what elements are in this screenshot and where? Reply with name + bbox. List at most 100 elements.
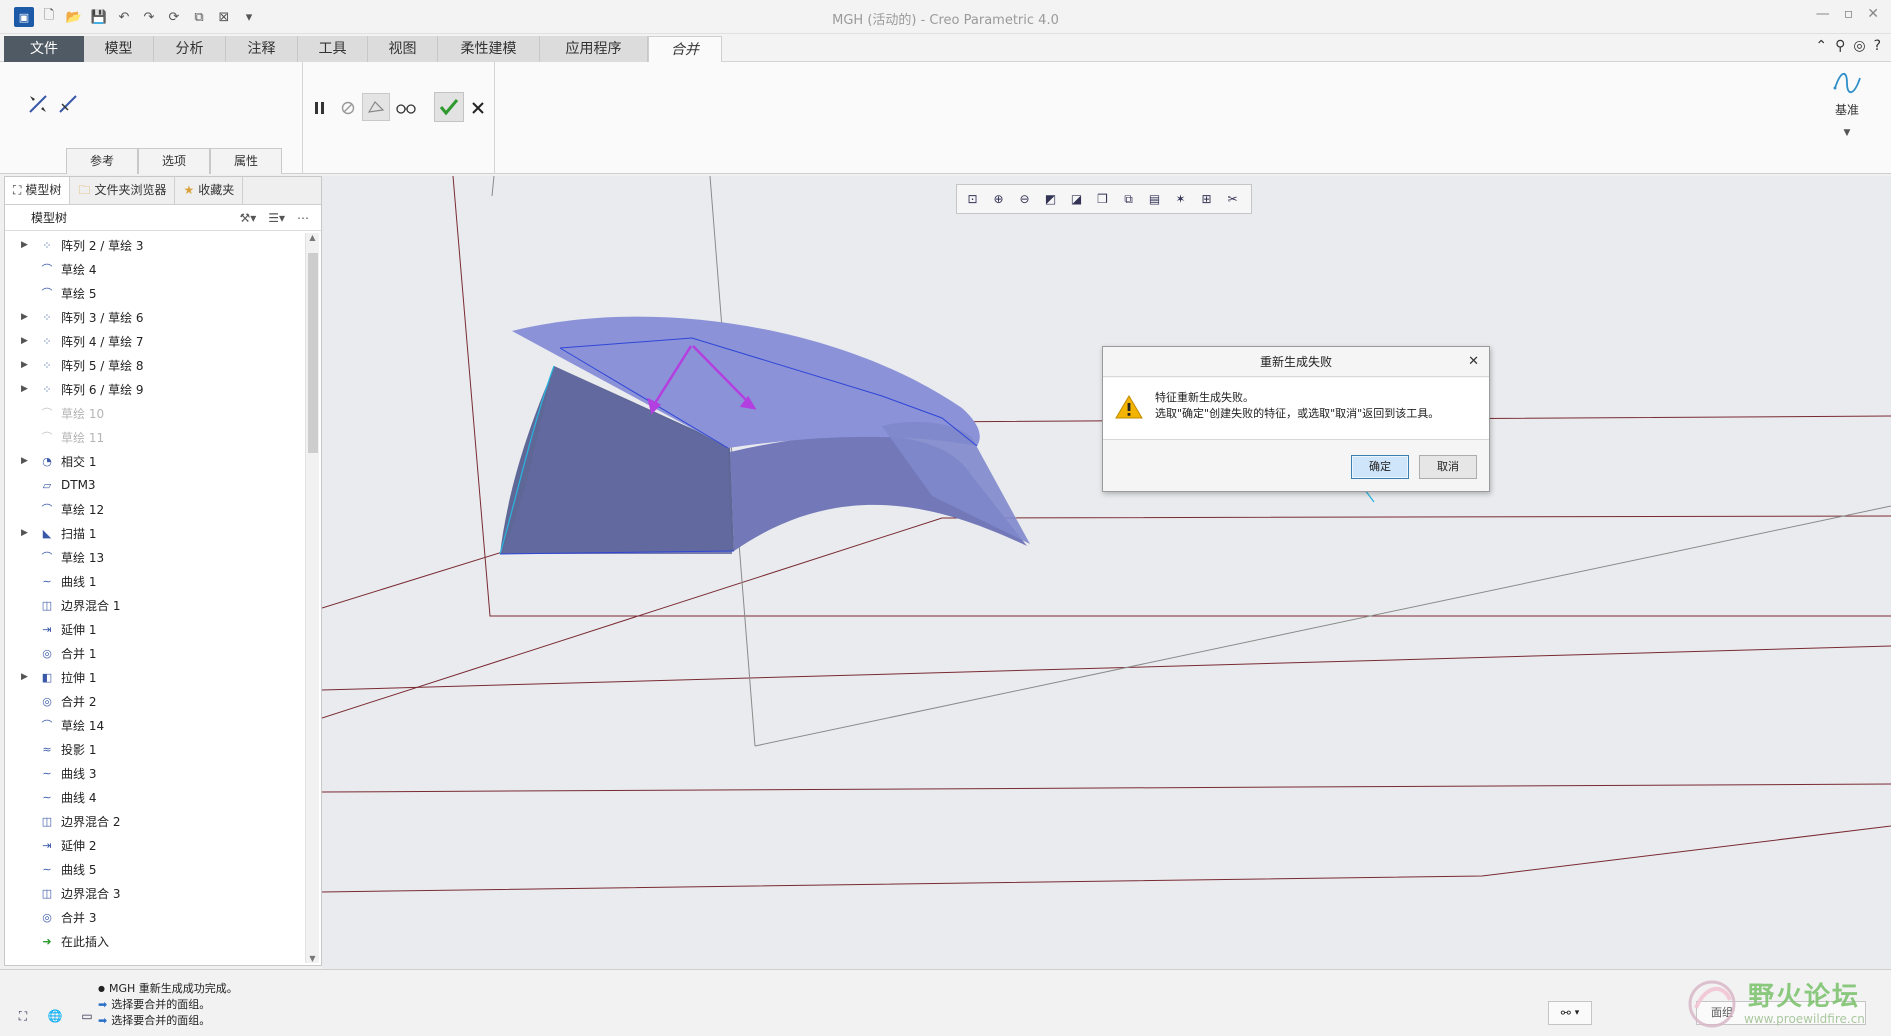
model-geometry[interactable] xyxy=(322,176,1891,969)
geometry-preview-icon[interactable] xyxy=(362,93,390,121)
scroll-down-icon[interactable]: ▼ xyxy=(306,954,319,963)
tree-item[interactable]: ∼ 曲线 4 xyxy=(5,785,297,809)
expand-arrow-icon[interactable]: ▶ xyxy=(21,384,35,394)
tree-item[interactable]: ⇥ 延伸 1 xyxy=(5,617,297,641)
tree-filter-icon[interactable]: ☰▾ xyxy=(268,205,285,231)
tree-item[interactable]: ⌒ 草绘 4 xyxy=(5,257,297,281)
expand-arrow-icon[interactable]: ▶ xyxy=(21,456,35,466)
tree-item[interactable]: ▶ ◔ 相交 1 xyxy=(5,449,297,473)
expand-arrow-icon[interactable]: ▶ xyxy=(21,312,35,322)
repaint-icon[interactable]: ◩ xyxy=(1039,188,1062,210)
tree-item[interactable]: ∼ 曲线 1 xyxy=(5,569,297,593)
tree-item[interactable]: ▶ ⁘ 阵列 6 / 草绘 9 xyxy=(5,377,297,401)
graphics-area[interactable] xyxy=(322,176,1891,969)
refit-icon[interactable]: ⊡ xyxy=(961,188,984,210)
tab-references[interactable]: 参考 xyxy=(66,148,138,174)
tab-flexible-modeling[interactable]: 柔性建模 xyxy=(438,36,540,62)
close-icon[interactable]: ✕ xyxy=(1867,6,1879,22)
community-icon[interactable]: ◎ xyxy=(1853,38,1865,54)
saved-orientations-icon[interactable]: ❒ xyxy=(1091,188,1114,210)
tab-view[interactable]: 视图 xyxy=(368,36,438,62)
tree-item[interactable]: ▶ ◧ 拉伸 1 xyxy=(5,665,297,689)
datum-group[interactable]: 基准 ▼ xyxy=(1825,68,1869,138)
tree-item[interactable]: ⌒ 草绘 5 xyxy=(5,281,297,305)
annotation-display-icon[interactable]: ⊞ xyxy=(1195,188,1218,210)
join-icon[interactable] xyxy=(26,92,50,116)
tab-model-tree[interactable]: ⛶ 模型树 xyxy=(5,177,71,204)
tree-columns-icon[interactable]: ⋯ xyxy=(297,205,309,231)
scroll-thumb[interactable] xyxy=(308,253,318,453)
tree-item[interactable]: ◎ 合并 1 xyxy=(5,641,297,665)
tab-analysis[interactable]: 分析 xyxy=(154,36,226,62)
tab-folder-browser[interactable]: 🗀 文件夹浏览器 xyxy=(70,177,176,204)
display-style-icon[interactable]: ◪ xyxy=(1065,188,1088,210)
tree-item[interactable]: ⌒ 草绘 13 xyxy=(5,545,297,569)
pattern-icon: ⁘ xyxy=(42,238,52,252)
tree-item-label: 边界混合 1 xyxy=(61,598,121,613)
tree-item[interactable]: ▶ ⁘ 阵列 2 / 草绘 3 xyxy=(5,233,297,257)
cancel-x-button[interactable] xyxy=(466,96,490,120)
view-manager-icon[interactable]: ⧉ xyxy=(1117,188,1140,210)
tab-tools[interactable]: 工具 xyxy=(298,36,368,62)
pause-icon[interactable] xyxy=(308,96,332,120)
tree-item[interactable]: ◎ 合并 2 xyxy=(5,689,297,713)
expand-arrow-icon[interactable]: ▶ xyxy=(21,528,35,538)
datum-display-icon[interactable]: ✶ xyxy=(1169,188,1192,210)
minimize-icon[interactable]: — xyxy=(1816,6,1830,22)
browser-toggle-icon[interactable]: 🌐 xyxy=(44,1006,66,1026)
tree-item[interactable]: ◎ 合并 3 xyxy=(5,905,297,929)
tree-item[interactable]: ◫ 边界混合 2 xyxy=(5,809,297,833)
zoom-in-icon[interactable]: ⊕ xyxy=(987,188,1010,210)
tab-merge[interactable]: 合并 xyxy=(648,36,722,62)
tree-item[interactable]: ▶ ⁘ 阵列 5 / 草绘 8 xyxy=(5,353,297,377)
tree-item[interactable]: ⌒ 草绘 14 xyxy=(5,713,297,737)
tree-item[interactable]: ▶ ◣ 扫描 1 xyxy=(5,521,297,545)
maximize-icon[interactable]: ▫ xyxy=(1844,6,1854,22)
expand-arrow-icon[interactable]: ▶ xyxy=(21,336,35,346)
find-button[interactable]: ⚯ ▾ xyxy=(1548,1001,1592,1025)
ok-button[interactable]: 确定 xyxy=(1351,455,1409,479)
tree-item[interactable]: ⌒ 草绘 12 xyxy=(5,497,297,521)
cancel-button[interactable]: 取消 xyxy=(1419,455,1477,479)
tree-item[interactable]: ∼ 曲线 5 xyxy=(5,857,297,881)
help-icon[interactable]: ? xyxy=(1874,38,1881,54)
tree-item[interactable]: ⌒ 草绘 11 xyxy=(5,425,297,449)
tree-item[interactable]: ≈ 投影 1 xyxy=(5,737,297,761)
expand-arrow-icon[interactable]: ▶ xyxy=(21,240,35,250)
collapse-ribbon-icon[interactable]: ⌃ xyxy=(1815,38,1827,54)
tree-settings-icon[interactable]: ⚒▾ xyxy=(239,205,256,231)
tab-annotate[interactable]: 注释 xyxy=(226,36,298,62)
perspective-icon[interactable]: ▤ xyxy=(1143,188,1166,210)
tree-item[interactable]: ◫ 边界混合 3 xyxy=(5,881,297,905)
dialog-close-icon[interactable]: ✕ xyxy=(1468,347,1479,377)
tree-item-label: 草绘 5 xyxy=(61,286,97,301)
no-preview-icon[interactable] xyxy=(336,96,360,120)
tree-item[interactable]: ▶ ⁘ 阵列 4 / 草绘 7 xyxy=(5,329,297,353)
search-icon[interactable]: ⚲ xyxy=(1835,38,1845,54)
tab-favorites[interactable]: ★ 收藏夹 xyxy=(175,177,244,204)
verify-glasses-icon[interactable] xyxy=(394,96,418,120)
ok-checkmark-button[interactable] xyxy=(434,92,464,122)
tab-applications[interactable]: 应用程序 xyxy=(540,36,648,62)
scroll-up-icon[interactable]: ▲ xyxy=(306,233,319,242)
tab-model[interactable]: 模型 xyxy=(84,36,154,62)
tree-item[interactable]: ▶ ⁘ 阵列 3 / 草绘 6 xyxy=(5,305,297,329)
tab-options[interactable]: 选项 xyxy=(138,148,210,174)
datum-dropdown-icon[interactable]: ▼ xyxy=(1825,128,1869,138)
expand-arrow-icon[interactable]: ▶ xyxy=(21,360,35,370)
tree-item[interactable]: ∼ 曲线 3 xyxy=(5,761,297,785)
intersect-merge-icon[interactable] xyxy=(56,92,80,116)
navigator-toggle-icon[interactable]: ⛶ xyxy=(12,1006,34,1026)
tab-file[interactable]: 文件 xyxy=(4,36,84,62)
tree-item[interactable]: ◫ 边界混合 1 xyxy=(5,593,297,617)
zoom-out-icon[interactable]: ⊖ xyxy=(1013,188,1036,210)
tree-item[interactable]: ▱ DTM3 xyxy=(5,473,297,497)
tree-scrollbar[interactable]: ▲ ▼ xyxy=(305,233,319,963)
tree-item[interactable]: ⇥ 延伸 2 xyxy=(5,833,297,857)
fullscreen-icon[interactable]: ▭ xyxy=(76,1006,98,1026)
expand-arrow-icon[interactable]: ▶ xyxy=(21,672,35,682)
tree-item[interactable]: ⌒ 草绘 10 xyxy=(5,401,297,425)
tree-item[interactable]: ➜ 在此插入 xyxy=(5,929,297,953)
tab-properties[interactable]: 属性 xyxy=(210,148,282,174)
spin-center-icon[interactable]: ✂ xyxy=(1221,188,1244,210)
